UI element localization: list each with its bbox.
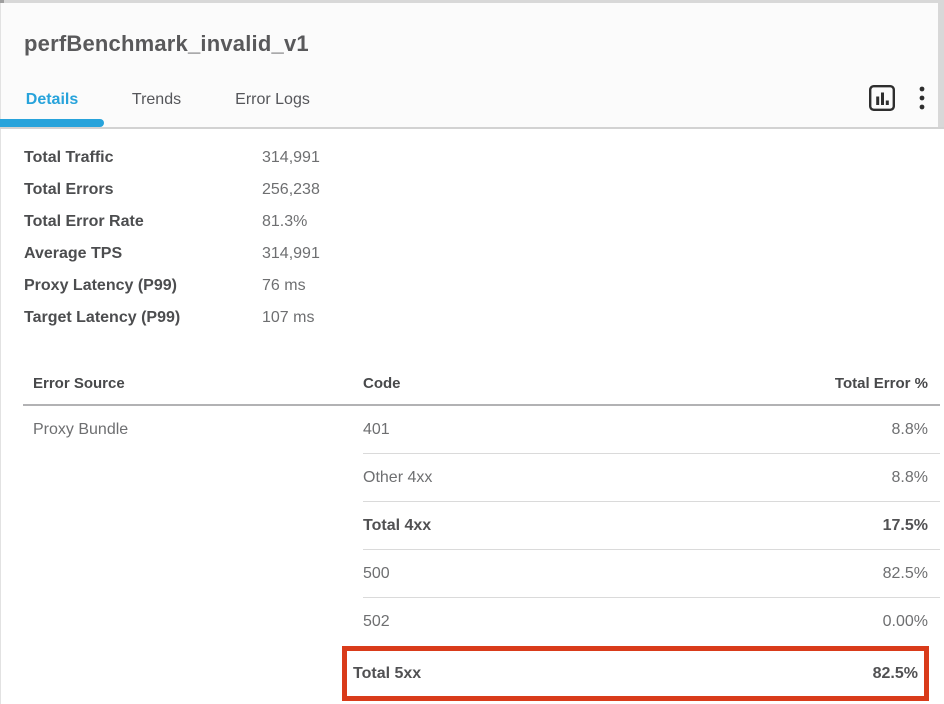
stat-row-total-errors: Total Errors 256,238	[24, 174, 320, 206]
summary-stats: Total Traffic 314,991 Total Errors 256,2…	[24, 142, 320, 334]
code-cell: 401	[363, 421, 390, 439]
stat-label: Average TPS	[24, 245, 262, 263]
header-right-edge	[938, 0, 944, 127]
error-source-cell	[33, 454, 363, 502]
code-cell: 502	[363, 613, 390, 631]
tab-error-logs[interactable]: Error Logs	[209, 91, 336, 109]
kebab-menu-button[interactable]	[918, 84, 926, 112]
stat-label: Total Errors	[24, 181, 262, 199]
stat-label: Proxy Latency (P99)	[24, 277, 262, 295]
stat-value: 107 ms	[262, 309, 314, 327]
code-cell: Other 4xx	[363, 469, 432, 487]
error-source-cell	[33, 598, 363, 646]
table-row: Proxy Bundle 401 8.8%	[23, 406, 940, 454]
stat-value: 76 ms	[262, 277, 306, 295]
stat-value: 314,991	[262, 149, 320, 167]
header-toolbar	[868, 84, 926, 112]
stat-row-target-latency: Target Latency (P99) 107 ms	[24, 302, 320, 334]
percent-cell: 17.5%	[883, 517, 928, 535]
tab-bar: Details Trends Error Logs	[0, 84, 336, 116]
stat-label: Total Error Rate	[24, 213, 262, 231]
stat-row-average-tps: Average TPS 314,991	[24, 238, 320, 270]
table-row-total-5xx: Total 5xx 82.5%	[23, 646, 940, 701]
column-header-error-source: Error Source	[33, 375, 363, 392]
percent-cell: 0.00%	[883, 613, 928, 631]
tab-bar-divider	[0, 127, 944, 129]
error-source-cell: Proxy Bundle	[33, 406, 363, 454]
table-header-row: Error Source Code Total Error %	[23, 363, 940, 406]
error-source-cell	[33, 502, 363, 550]
percent-cell: 82.5%	[873, 665, 918, 683]
column-header-total-error-pct: Total Error %	[835, 375, 940, 392]
percent-cell: 8.8%	[892, 469, 928, 487]
percent-cell: 8.8%	[892, 421, 928, 439]
percent-cell: 82.5%	[883, 565, 928, 583]
error-breakdown-table: Error Source Code Total Error % Proxy Bu…	[23, 363, 940, 701]
stat-label: Total Traffic	[24, 149, 262, 167]
stat-value: 81.3%	[262, 213, 307, 231]
table-row-total-4xx: Total 4xx 17.5%	[23, 502, 940, 550]
table-row: Other 4xx 8.8%	[23, 454, 940, 502]
code-cell: Total 4xx	[363, 517, 431, 535]
code-cell: Total 5xx	[353, 665, 421, 683]
code-cell: 500	[363, 565, 390, 583]
page-title: perfBenchmark_invalid_v1	[24, 31, 309, 57]
benchmark-detail-panel: perfBenchmark_invalid_v1 Details Trends …	[0, 0, 944, 704]
table-row: 500 82.5%	[23, 550, 940, 598]
stat-row-total-traffic: Total Traffic 314,991	[24, 142, 320, 174]
tab-details[interactable]: Details	[0, 91, 104, 109]
table-row: 502 0.00%	[23, 598, 940, 646]
bar-chart-icon	[868, 84, 896, 112]
stat-value: 256,238	[262, 181, 320, 199]
stat-value: 314,991	[262, 245, 320, 263]
stat-label: Target Latency (P99)	[24, 309, 262, 327]
stat-row-total-error-rate: Total Error Rate 81.3%	[24, 206, 320, 238]
column-header-code: Code	[363, 375, 835, 392]
kebab-menu-icon	[918, 84, 926, 112]
active-tab-underline	[0, 119, 104, 127]
stat-row-proxy-latency: Proxy Latency (P99) 76 ms	[24, 270, 320, 302]
bar-chart-button[interactable]	[868, 84, 896, 112]
tab-trends[interactable]: Trends	[104, 91, 209, 109]
total-5xx-highlight-box: Total 5xx 82.5%	[342, 646, 929, 701]
error-source-cell	[33, 550, 363, 598]
